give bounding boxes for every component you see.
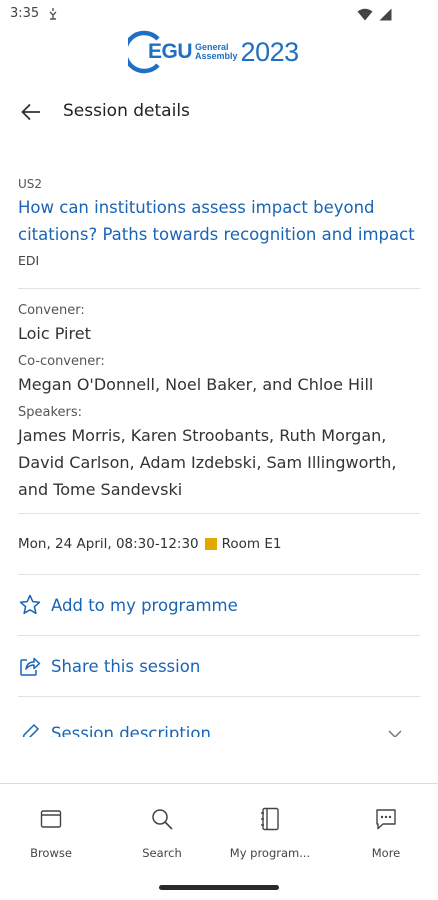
page-title: Session details: [63, 101, 190, 121]
logo-subtitle: General Assembly: [195, 43, 238, 61]
add-to-programme-button[interactable]: Add to my programme: [18, 575, 420, 635]
bottom-navigation: Browse Search My program... More: [0, 783, 438, 900]
nav-search-label: Search: [142, 846, 182, 860]
session-datetime: Mon, 24 April, 08:30-12:30: [18, 536, 199, 552]
session-room: Room E1: [221, 536, 282, 552]
logo-brand: EGU: [148, 40, 193, 63]
nav-my-programme-label: My program...: [229, 846, 311, 860]
add-to-programme-label: Add to my programme: [51, 595, 238, 615]
session-details: US2 How can institutions assess impact b…: [18, 170, 420, 737]
nav-more-label: More: [371, 846, 401, 860]
convener-name: Loic Piret: [18, 324, 91, 343]
share-icon: [18, 654, 42, 678]
notebook-icon: [257, 806, 283, 832]
status-time: 3:35: [10, 6, 40, 21]
arrow-left-icon: [21, 103, 40, 121]
browse-window-icon: [38, 806, 64, 832]
share-session-label: Share this session: [51, 656, 201, 676]
chevron-down-icon: [388, 724, 402, 737]
chat-more-icon: [373, 806, 399, 832]
session-description-toggle[interactable]: Session description: [18, 697, 420, 737]
share-session-button[interactable]: Share this session: [18, 636, 420, 696]
session-tag: EDI: [18, 253, 40, 268]
egu-logo: EGU General Assembly 2023: [128, 29, 318, 75]
status-indicators: [357, 6, 392, 25]
logo-year: 2023: [240, 36, 300, 67]
signal-icon: [379, 6, 392, 25]
search-icon: [149, 806, 175, 832]
nav-browse-label: Browse: [30, 846, 72, 860]
session-schedule: Mon, 24 April, 08:30-12:30 Room E1: [18, 514, 420, 574]
speakers-names: James Morris, Karen Stroobants, Ruth Mor…: [18, 426, 397, 499]
wifi-icon: [357, 6, 373, 25]
session-title: How can institutions assess impact beyon…: [18, 198, 415, 244]
coconvener-names: Megan O'Donnell, Noel Baker, and Chloe H…: [18, 375, 374, 394]
session-people: Convener: Loic Piret Co-convener: Megan …: [18, 289, 420, 503]
room-color-marker: [204, 538, 217, 550]
home-indicator[interactable]: [159, 885, 279, 890]
logo-subtitle-line2: Assembly: [195, 51, 238, 61]
nav-more[interactable]: More: [331, 806, 438, 860]
top-app-bar: Session details: [0, 92, 438, 132]
nav-browse[interactable]: Browse: [0, 806, 106, 860]
speakers-label: Speakers:: [18, 405, 83, 420]
nav-my-programme[interactable]: My program...: [215, 806, 325, 860]
convener-label: Convener:: [18, 303, 85, 318]
pencil-icon: [18, 721, 42, 737]
coconvener-label: Co-convener:: [18, 354, 105, 369]
nav-search[interactable]: Search: [107, 806, 217, 860]
back-button[interactable]: [18, 100, 44, 124]
notification-icon: [47, 6, 59, 20]
session-description-label: Session description: [51, 723, 211, 738]
star-outline-icon: [18, 593, 42, 617]
status-bar: 3:35: [0, 0, 438, 30]
session-code: US2: [18, 177, 43, 191]
